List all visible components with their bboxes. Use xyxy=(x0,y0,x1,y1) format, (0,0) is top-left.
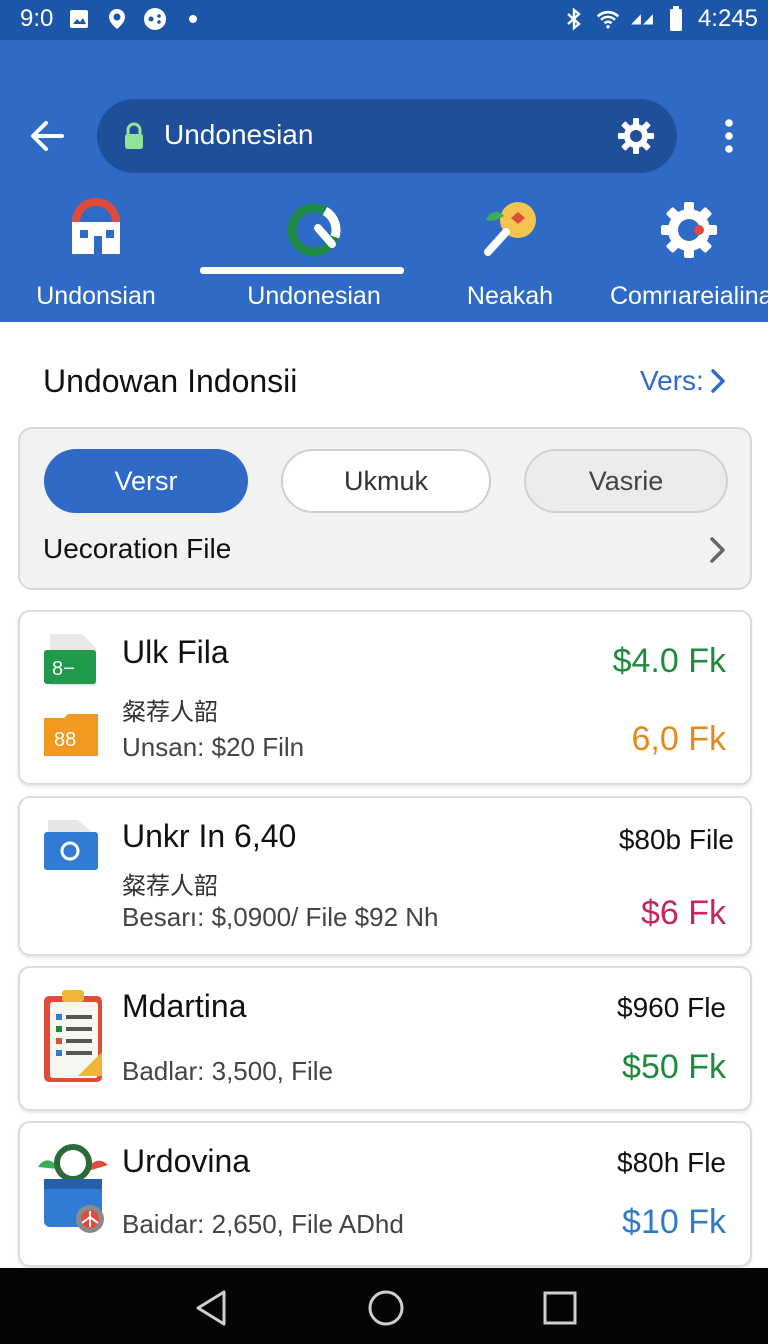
tab-label: Undonesian xyxy=(247,282,381,310)
tab-label: Neakah xyxy=(466,282,554,310)
item-subtitle: 粲荐人韶 xyxy=(122,873,218,900)
list-item[interactable]: Urdovina Baidar: 2,650, File ADhd $80h F… xyxy=(18,1121,752,1267)
item-name: Urdovina xyxy=(122,1143,251,1179)
tab-undonsian[interactable]: Undonsian xyxy=(14,190,178,322)
dot-icon xyxy=(181,7,205,31)
item-meta: Badlar: 3,500, File xyxy=(122,1056,334,1086)
section-link-label: Vers: xyxy=(640,365,704,396)
item-meta: Besarı: $,0900/ File $92 Nh xyxy=(122,902,439,932)
refresh-icon xyxy=(282,198,346,262)
package-icon xyxy=(36,1141,110,1238)
item-price-top: $4.0 Fk xyxy=(612,642,726,680)
url-bar[interactable]: Undonesian xyxy=(97,99,677,173)
arrow-left-icon xyxy=(31,121,64,151)
svg-text:8−: 8− xyxy=(52,658,75,680)
item-price-bottom: $50 Fk xyxy=(622,1048,726,1086)
status-left: 9:0 xyxy=(20,5,205,33)
tab-label: Undonsian xyxy=(36,282,156,310)
system-nav-bar xyxy=(0,1268,768,1344)
list-item[interactable]: Mdartina Badlar: 3,500, File $960 Fle $5… xyxy=(18,966,752,1111)
gear-icon[interactable] xyxy=(617,117,655,160)
image-icon xyxy=(67,7,91,31)
search-leaf-icon xyxy=(478,198,542,262)
nav-tabs: Undonsian Undonesian Neakah Comrıareiali… xyxy=(0,190,768,322)
url-text: Undonesian xyxy=(164,119,314,150)
status-bar: 9:0 4:245 xyxy=(0,0,768,40)
store-icon xyxy=(64,198,128,262)
wifi-icon xyxy=(596,7,620,31)
item-subtitle: 粲荐人韶 xyxy=(122,699,218,726)
back-triangle-icon[interactable] xyxy=(192,1288,232,1328)
item-name: Unkr In 6,40 xyxy=(122,818,297,854)
more-button[interactable] xyxy=(714,116,744,156)
battery-icon xyxy=(664,6,688,31)
item-price-bottom: $6 Fk xyxy=(640,894,726,932)
recents-square-icon[interactable] xyxy=(540,1288,580,1328)
signal-icon xyxy=(630,7,654,31)
location-icon xyxy=(105,7,129,31)
checklist-icon xyxy=(42,990,106,1089)
home-circle-icon[interactable] xyxy=(366,1288,406,1328)
tab-neakah[interactable]: Neakah xyxy=(440,190,580,322)
item-price-top: $960 Fle xyxy=(617,992,726,1023)
filter-card: Versr Ukmuk Vasrie Uecoration File xyxy=(18,427,752,590)
item-name: Ulk Fila xyxy=(122,634,229,670)
status-time-left: 9:0 xyxy=(20,5,54,32)
tab-comrıareialina[interactable]: Comrıareialina xyxy=(610,190,768,322)
filter-row-label[interactable]: Uecoration File xyxy=(43,533,231,565)
filter-chip-ukmuk[interactable]: Ukmuk xyxy=(281,449,491,513)
app-bar: Undonesian Undonsian Undonesian Neakah C… xyxy=(0,40,768,322)
tab-label: Comrıareialina xyxy=(610,282,768,310)
item-name: Mdartina xyxy=(122,988,247,1024)
tab-indicator xyxy=(200,267,404,274)
chevron-right-icon xyxy=(711,369,725,393)
gear-badge-icon xyxy=(657,198,721,262)
item-price-bottom: 6,0 Fk xyxy=(631,720,726,758)
bluetooth-icon xyxy=(562,7,586,31)
filter-chip-versr[interactable]: Versr xyxy=(44,449,248,513)
item-meta: Unsan: $20 Filn xyxy=(122,732,305,762)
list-item[interactable]: Unkr In 6,40 粲荐人韶 Besarı: $,0900/ File $… xyxy=(18,796,752,956)
item-price-bottom: $10 Fk xyxy=(622,1203,726,1241)
status-time-right: 4:245 xyxy=(697,5,758,32)
folder-icon: 88 xyxy=(42,712,100,763)
status-right: 4:245 xyxy=(562,5,758,33)
item-price-top: $80b File xyxy=(618,824,734,855)
spreadsheet-icon: 8− xyxy=(42,630,100,695)
filter-chip-vasrie[interactable]: Vasrie xyxy=(524,449,728,513)
svg-text:88: 88 xyxy=(54,729,76,751)
tab-undonesian[interactable]: Undonesian xyxy=(222,190,406,322)
section-link[interactable]: Vers: xyxy=(640,365,726,397)
game-icon xyxy=(143,7,167,31)
lock-icon xyxy=(123,121,145,156)
list-item[interactable]: 8− 88 Ulk Fila 粲荐人韶 Unsan: $20 Filn $4.0… xyxy=(18,610,752,785)
item-meta: Baidar: 2,650, File ADhd xyxy=(122,1209,404,1239)
section-title: Undowan Indonsii xyxy=(43,363,298,399)
chevron-right-icon[interactable] xyxy=(706,534,730,566)
item-price-top: $80h Fle xyxy=(617,1147,726,1178)
document-icon xyxy=(42,816,100,879)
more-vert-icon xyxy=(725,119,733,153)
back-button[interactable] xyxy=(26,114,70,158)
